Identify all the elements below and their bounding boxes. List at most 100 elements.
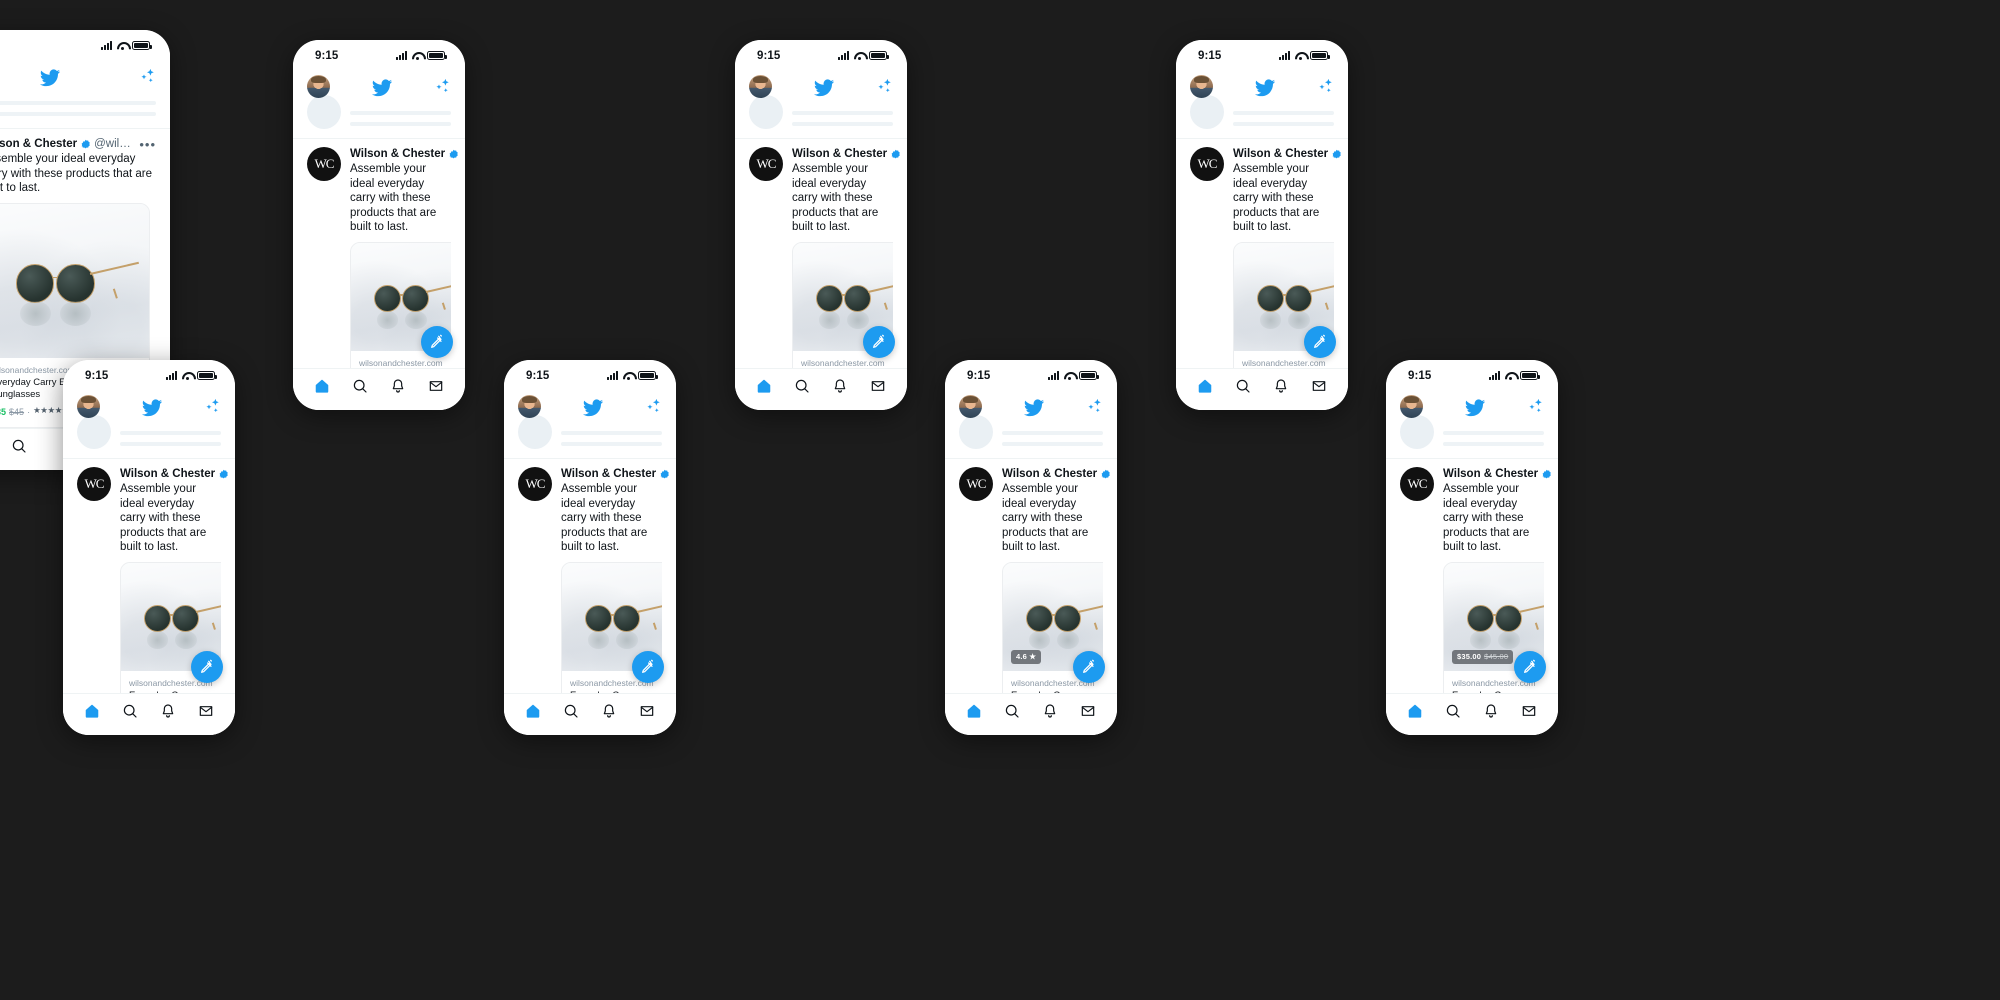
compose-tweet-icon[interactable] [640,659,656,675]
home-icon[interactable] [1407,703,1423,719]
home-icon[interactable] [84,703,100,719]
search-icon[interactable] [1235,378,1251,394]
compose-tweet-button[interactable] [1304,326,1336,358]
more-options-icon[interactable]: ••• [139,138,156,151]
tab-messages[interactable] [639,703,655,719]
sparkle-icon-wrapper[interactable] [1085,397,1103,415]
tab-notifications[interactable] [1273,378,1289,394]
product-image-container[interactable] [0,203,149,358]
compose-tweet-button[interactable] [1073,651,1105,683]
search-icon[interactable] [352,378,368,394]
compose-tweet-button[interactable] [1514,651,1546,683]
tab-search[interactable] [794,378,810,394]
envelope-icon[interactable] [1311,378,1327,394]
tab-search[interactable] [1445,703,1461,719]
sparkle-icon-wrapper[interactable] [433,77,451,95]
placeholder-avatar [1400,415,1434,449]
compose-tweet-button[interactable] [632,651,664,683]
home-icon[interactable] [966,703,982,719]
tab-messages[interactable] [1521,703,1537,719]
profile-avatar[interactable] [518,394,541,418]
sparkle-icon[interactable] [1526,397,1544,415]
sparkle-icon-wrapper[interactable] [1526,397,1544,415]
envelope-icon[interactable] [198,703,214,719]
bell-icon[interactable] [832,378,848,394]
envelope-icon[interactable] [870,378,886,394]
compose-tweet-icon[interactable] [871,334,887,350]
tab-search[interactable] [1004,703,1020,719]
tab-search[interactable] [11,438,27,454]
profile-avatar[interactable] [307,74,330,98]
sparkle-icon-wrapper[interactable] [1316,77,1334,95]
tab-home[interactable] [1197,378,1213,394]
compose-tweet-icon[interactable] [429,334,445,350]
search-icon[interactable] [1445,703,1461,719]
tweet-text: Assemble your ideal everyday carry with … [1233,163,1320,233]
sparkle-icon[interactable] [138,67,156,85]
compose-tweet-icon[interactable] [1312,334,1328,350]
tab-messages[interactable] [428,378,444,394]
compose-tweet-button[interactable] [863,326,895,358]
bell-icon[interactable] [160,703,176,719]
sparkle-icon-wrapper[interactable] [138,67,156,85]
bell-icon[interactable] [1273,378,1289,394]
bell-icon[interactable] [601,703,617,719]
tab-notifications[interactable] [1042,703,1058,719]
compose-tweet-icon[interactable] [199,659,215,675]
sparkle-icon[interactable] [1316,77,1334,95]
compose-tweet-icon[interactable] [1081,659,1097,675]
sparkle-icon[interactable] [644,397,662,415]
tab-home[interactable] [525,703,541,719]
sparkle-icon-wrapper[interactable] [203,397,221,415]
envelope-icon[interactable] [428,378,444,394]
tab-notifications[interactable] [601,703,617,719]
envelope-icon[interactable] [639,703,655,719]
tab-home[interactable] [966,703,982,719]
tab-search[interactable] [122,703,138,719]
search-icon[interactable] [1004,703,1020,719]
profile-avatar[interactable] [749,74,772,98]
search-icon[interactable] [794,378,810,394]
search-icon[interactable] [563,703,579,719]
profile-avatar[interactable] [1190,74,1213,98]
search-icon[interactable] [11,438,27,454]
home-icon[interactable] [1197,378,1213,394]
home-icon[interactable] [756,378,772,394]
sparkle-icon[interactable] [1085,397,1103,415]
compose-tweet-button[interactable] [191,651,223,683]
compose-tweet-icon[interactable] [1522,659,1538,675]
tab-home[interactable] [1407,703,1423,719]
sparkle-icon[interactable] [433,77,451,95]
profile-avatar[interactable] [959,394,982,418]
sparkle-icon-wrapper[interactable] [875,77,893,95]
tab-messages[interactable] [198,703,214,719]
profile-avatar[interactable] [77,394,100,418]
tab-search[interactable] [563,703,579,719]
sparkle-icon[interactable] [203,397,221,415]
bell-icon[interactable] [1483,703,1499,719]
tab-search[interactable] [352,378,368,394]
placeholder-text-lines [792,109,893,133]
envelope-icon[interactable] [1521,703,1537,719]
home-icon[interactable] [525,703,541,719]
tab-notifications[interactable] [160,703,176,719]
tab-search[interactable] [1235,378,1251,394]
profile-avatar[interactable] [1400,394,1423,418]
tab-notifications[interactable] [832,378,848,394]
search-icon[interactable] [122,703,138,719]
tab-notifications[interactable] [1483,703,1499,719]
sparkle-icon[interactable] [875,77,893,95]
sparkle-icon-wrapper[interactable] [644,397,662,415]
envelope-icon[interactable] [1080,703,1096,719]
bell-icon[interactable] [1042,703,1058,719]
tab-home[interactable] [314,378,330,394]
tab-messages[interactable] [1080,703,1096,719]
tab-home[interactable] [84,703,100,719]
tab-messages[interactable] [1311,378,1327,394]
tab-notifications[interactable] [390,378,406,394]
tab-home[interactable] [756,378,772,394]
compose-tweet-button[interactable] [421,326,453,358]
tab-messages[interactable] [870,378,886,394]
bell-icon[interactable] [390,378,406,394]
home-icon[interactable] [314,378,330,394]
